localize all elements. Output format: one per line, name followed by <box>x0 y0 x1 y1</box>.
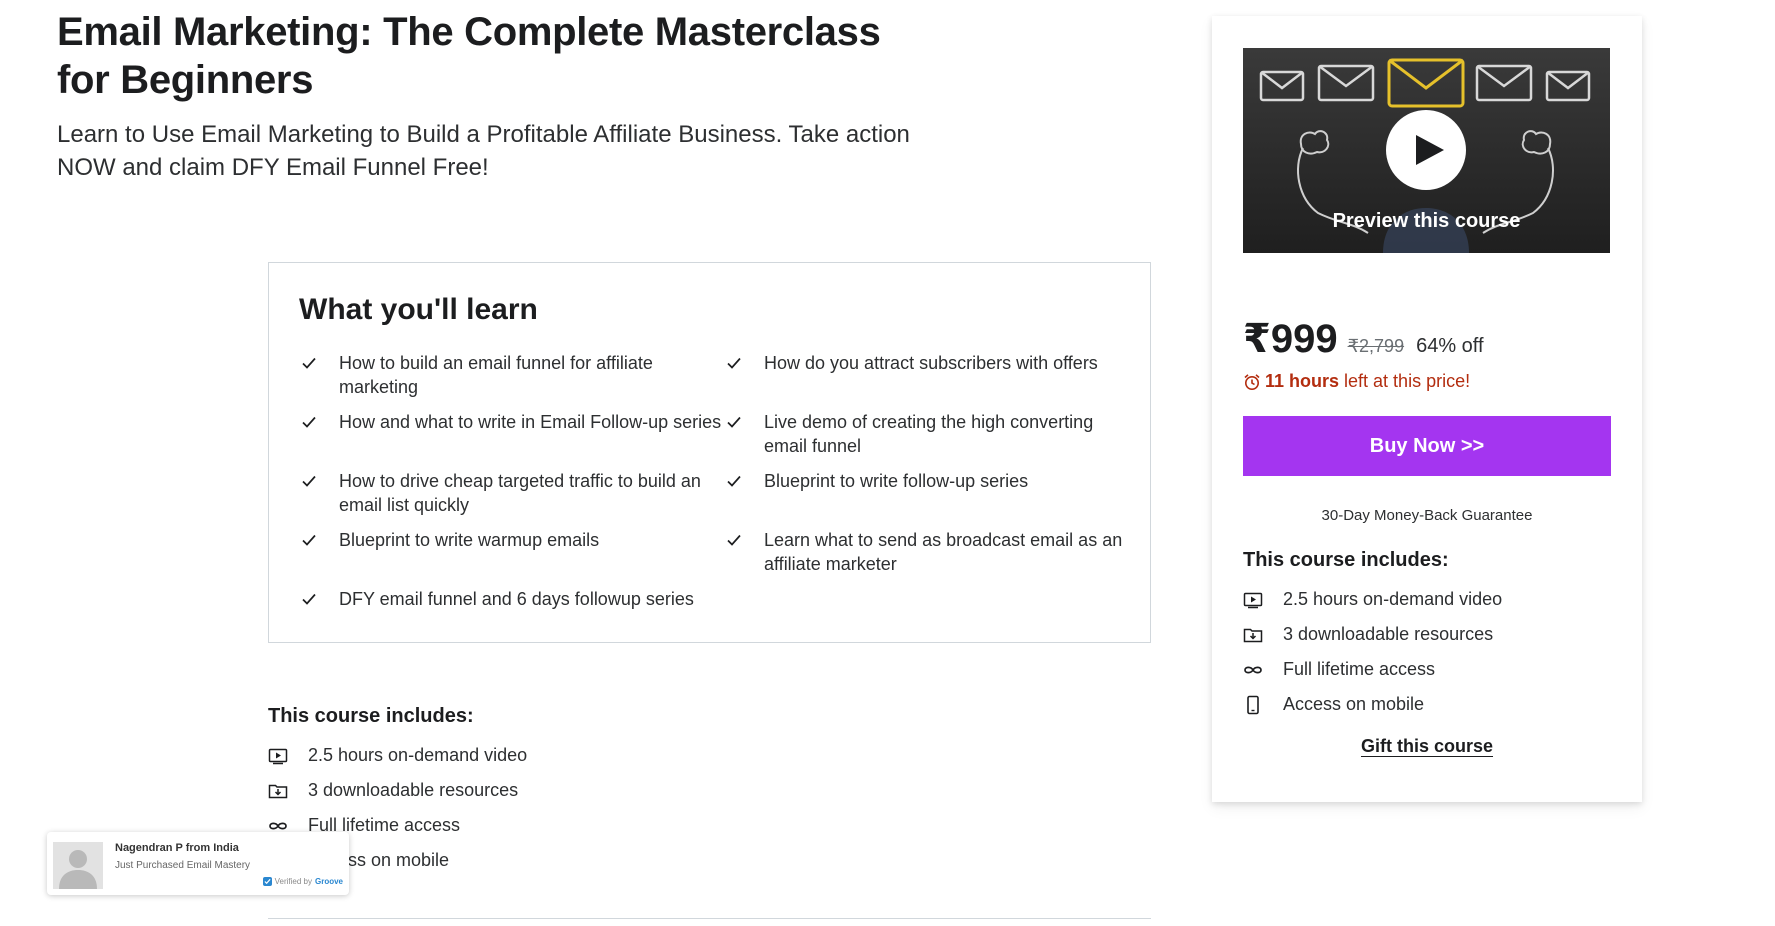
learn-item: Learn what to send as broadcast email as… <box>724 528 1124 576</box>
mobile-icon <box>1243 695 1283 715</box>
learn-item: How to build an email funnel for affilia… <box>299 351 724 399</box>
course-preview[interactable]: Preview this course <box>1243 48 1610 253</box>
learn-list: How to build an email funnel for affilia… <box>299 351 1122 611</box>
check-icon <box>724 351 764 375</box>
includes-item: Access on mobile <box>1243 687 1502 722</box>
check-icon <box>299 587 339 611</box>
purchase-sidebar: Preview this course ₹999 ₹2,799 64% off … <box>1212 16 1642 802</box>
alarm-clock-icon <box>1243 372 1265 392</box>
learn-title: What you'll learn <box>299 293 538 326</box>
learn-item: How and what to write in Email Follow-up… <box>299 410 724 458</box>
current-price: ₹999 <box>1243 317 1338 361</box>
learn-item-text: Blueprint to write warmup emails <box>339 530 600 550</box>
purchase-notification[interactable]: Nagendran P from India Just Purchased Em… <box>47 832 349 895</box>
discount-percent: 64% off <box>1416 335 1484 357</box>
learn-item: DFY email funnel and 6 days followup ser… <box>299 587 724 611</box>
learn-item-text: How do you attract subscribers with offe… <box>764 353 1098 373</box>
includes-item-label: Full lifetime access <box>1283 659 1436 679</box>
learn-item-text: Live demo of creating the high convertin… <box>764 412 1094 456</box>
learn-item: Live demo of creating the high convertin… <box>724 410 1124 458</box>
original-price: ₹2,799 <box>1347 336 1405 356</box>
timer-text: left at this price! <box>1344 371 1471 391</box>
download-icon <box>268 781 308 801</box>
download-icon <box>1243 625 1283 645</box>
includes-item-label: 2.5 hours on-demand video <box>308 745 528 765</box>
check-icon <box>299 351 339 375</box>
price-timer: 11 hours left at this price! <box>1243 371 1470 392</box>
buyer-name: Nagendran P from India <box>115 842 239 854</box>
check-icon <box>299 469 339 493</box>
course-includes-sidebar: This course includes: 2.5 hours on-deman… <box>1243 549 1502 722</box>
check-icon <box>724 410 764 434</box>
learn-item: How to drive cheap targeted traffic to b… <box>299 469 724 517</box>
includes-item: 3 downloadable resources <box>1243 617 1502 652</box>
includes-item-label: Access on mobile <box>1283 694 1425 714</box>
includes-item: 2.5 hours on-demand video <box>268 738 527 773</box>
course-subtitle: Learn to Use Email Marketing to Build a … <box>57 121 910 181</box>
learn-item-text: How to drive cheap targeted traffic to b… <box>339 471 701 515</box>
video-icon <box>268 746 308 766</box>
avatar <box>53 842 103 889</box>
learn-item-text: Learn what to send as broadcast email as… <box>764 530 1123 574</box>
learn-item: Blueprint to write follow-up series <box>724 469 1124 517</box>
money-back-guarantee: 30-Day Money-Back Guarantee <box>1321 507 1533 524</box>
check-icon <box>724 528 764 552</box>
gift-course-link[interactable]: Gift this course <box>1243 736 1611 757</box>
includes-item: 2.5 hours on-demand video <box>1243 582 1502 617</box>
check-icon <box>724 469 764 493</box>
learn-item: How do you attract subscribers with offe… <box>724 351 1124 399</box>
play-icon[interactable] <box>1386 110 1466 190</box>
includes-title: This course includes: <box>268 705 474 727</box>
section-divider <box>268 918 1151 919</box>
includes-item: Full lifetime access <box>1243 652 1502 687</box>
buy-now-button[interactable]: Buy Now >> <box>1243 416 1611 476</box>
includes-item: 3 downloadable resources <box>268 773 527 808</box>
purchase-action: Just Purchased Email Mastery <box>115 860 251 871</box>
groove-brand: Groove <box>314 877 343 886</box>
includes-item-label: 3 downloadable resources <box>1283 624 1494 644</box>
learn-item-text: How and what to write in Email Follow-up… <box>339 412 722 432</box>
video-icon <box>1243 590 1283 610</box>
learn-item-text: Blueprint to write follow-up series <box>764 471 1029 491</box>
includes-item-label: 2.5 hours on-demand video <box>1283 589 1503 609</box>
includes-item-label: 3 downloadable resources <box>308 780 519 800</box>
what-you-will-learn-box: What you'll learn How to build an email … <box>268 262 1151 643</box>
infinity-icon <box>1243 660 1283 680</box>
preview-label: Preview this course <box>1332 210 1521 232</box>
verified-badge: Verified by Groove <box>262 877 343 886</box>
learn-item-text: How to build an email funnel for affilia… <box>339 353 653 397</box>
verified-check-icon <box>262 877 272 886</box>
course-title: Email Marketing: The Complete Masterclas… <box>57 10 881 102</box>
learn-item-text: DFY email funnel and 6 days followup ser… <box>339 589 694 609</box>
check-icon <box>299 410 339 434</box>
timer-hours: 11 hours <box>1265 371 1340 391</box>
learn-item: Blueprint to write warmup emails <box>299 528 724 576</box>
course-header: Email Marketing: The Complete Masterclas… <box>57 8 917 184</box>
includes-title: This course includes: <box>1243 549 1449 571</box>
verified-label: Verified by <box>274 877 312 886</box>
check-icon <box>299 528 339 552</box>
price-row: ₹999 ₹2,799 64% off <box>1243 316 1484 362</box>
